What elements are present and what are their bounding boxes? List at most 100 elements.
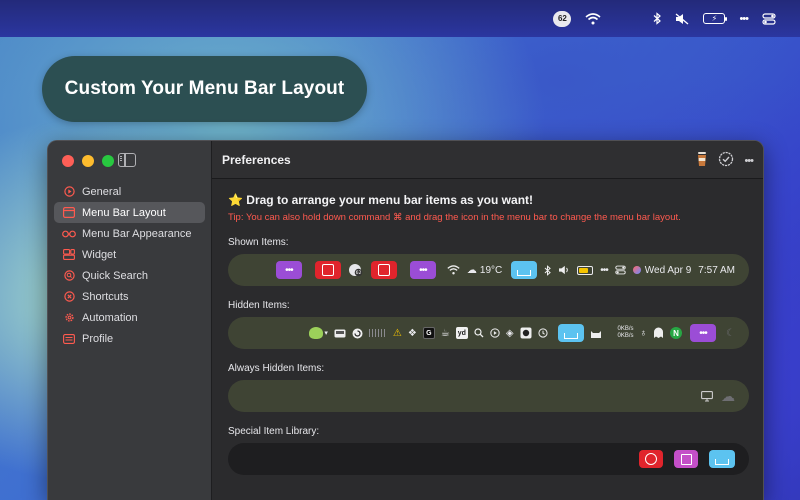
hidden-items-tray[interactable]: ▾ ⚠ ❖ G ☕ yd ◈ 0KB/s 0KB/s ♁ N ••• ☾ (228, 317, 749, 349)
control-center-icon[interactable] (762, 9, 776, 29)
battery-icon[interactable]: ⚡ (703, 9, 728, 29)
ghost-icon[interactable] (653, 327, 664, 339)
header-actions: ••• (696, 151, 754, 170)
red-square-item[interactable] (314, 261, 341, 279)
layout-editor: ⭐ Drag to arrange your menu bar items as… (228, 193, 749, 475)
always-hidden-tray[interactable]: ☁ (228, 380, 749, 412)
badge-count: 62 (553, 10, 572, 27)
hidden-items-label: Hidden Items: (228, 300, 290, 311)
sidebar-item-menu-bar-layout[interactable]: Menu Bar Layout (54, 202, 205, 223)
sidebar-item-widget[interactable]: Widget (54, 244, 205, 265)
zoom-window-button[interactable] (102, 155, 114, 167)
cat-icon[interactable] (590, 328, 602, 339)
yd-box-icon[interactable]: yd (455, 327, 468, 339)
badge-62-item[interactable]: 62 (348, 263, 364, 277)
traffic-lights (62, 155, 114, 167)
special-item-library[interactable] (228, 443, 749, 475)
g-box-icon[interactable]: G (422, 327, 435, 339)
control-center-icon[interactable] (615, 265, 626, 275)
layout-icon (62, 207, 76, 219)
history-icon[interactable] (537, 328, 548, 338)
sidebar-item-quick-search[interactable]: Quick Search (54, 265, 205, 286)
profile-card-icon (62, 333, 76, 345)
sidebar-item-label: Quick Search (82, 269, 149, 282)
play-circle-icon[interactable] (490, 328, 500, 338)
battery-charging-indicator: ⚡ (703, 13, 728, 24)
cloud-icon[interactable]: ☁ (721, 388, 735, 405)
shown-items-label: Shown Items: (228, 237, 289, 248)
main-header: Preferences ••• (212, 141, 763, 179)
promo-title: Custom Your Menu Bar Layout (64, 78, 345, 99)
clock-date: Wed Apr 9 (644, 264, 692, 276)
more-dots-icon[interactable]: ••• (600, 265, 608, 276)
siri-icon[interactable] (632, 266, 641, 274)
red-circle-item[interactable] (639, 450, 663, 468)
sidebar-nav: General Menu Bar Layout Menu Bar Appeara… (54, 181, 205, 349)
blue-tray-item[interactable] (511, 261, 538, 279)
cpu-bars-icon[interactable] (368, 329, 387, 337)
minimize-window-button[interactable] (82, 155, 94, 167)
status-badge-icon[interactable]: 62 (553, 9, 572, 29)
network-speed: 0KB/s 0KB/s (618, 326, 634, 340)
pink-frame-item[interactable] (674, 450, 698, 468)
gear-icon (62, 312, 76, 324)
more-dots-chip-2[interactable]: ••• (409, 261, 436, 279)
dark-gear-icon[interactable] (520, 327, 532, 339)
wifi-icon[interactable] (585, 9, 601, 29)
magnifier-icon[interactable] (474, 328, 484, 338)
sidebar: General Menu Bar Layout Menu Bar Appeara… (48, 141, 212, 500)
warning-icon[interactable]: ⚠ (393, 328, 402, 339)
always-hidden-label: Always Hidden Items: (228, 363, 325, 374)
monitor-icon[interactable] (701, 390, 713, 402)
sidebar-item-label: Automation (82, 311, 138, 324)
net-upload: 0KB/s (617, 326, 634, 332)
main-pane: Preferences ••• ⭐ Drag to arrange your m… (212, 141, 763, 500)
close-window-button[interactable] (62, 155, 74, 167)
sensor-icon[interactable]: ♁ (640, 328, 648, 339)
cloud-icon[interactable]: ☁ (467, 265, 477, 276)
search-circle-icon (62, 270, 76, 282)
more-dots-icon[interactable]: ••• (739, 9, 749, 29)
speaker-muted-icon[interactable] (675, 9, 689, 29)
sidebar-item-profile[interactable]: Profile (54, 328, 205, 349)
bluetooth-icon[interactable] (544, 264, 552, 276)
preferences-window: General Menu Bar Layout Menu Bar Appeara… (47, 140, 764, 500)
n-badge-icon[interactable]: N (670, 327, 683, 339)
more-dots-chip-3[interactable]: ••• (690, 324, 717, 342)
sidebar-item-label: Profile (82, 332, 114, 345)
play-circle-icon (62, 186, 76, 198)
coffee-cup-icon[interactable] (696, 151, 708, 170)
diamond-icon[interactable]: ◈ (506, 328, 514, 339)
green-blob-icon[interactable] (309, 327, 324, 339)
blue-tray-item[interactable] (557, 324, 584, 342)
verified-check-icon[interactable] (718, 151, 734, 170)
coffee-icon[interactable]: ☕ (441, 328, 450, 339)
more-options-icon[interactable]: ••• (744, 155, 754, 167)
headline: ⭐ Drag to arrange your menu bar items as… (228, 193, 534, 207)
svg-text:62: 62 (356, 270, 362, 276)
blue-spacer-item[interactable] (709, 450, 735, 468)
sidebar-item-general[interactable]: General (54, 181, 205, 202)
sidebar-toggle-icon[interactable] (118, 153, 136, 167)
battery-level-icon[interactable] (577, 265, 594, 275)
widget-icon (62, 249, 76, 261)
weather-temp: 19°C (479, 264, 503, 276)
wifi-icon[interactable] (447, 265, 460, 275)
shortcut-icon (62, 291, 76, 303)
sidebar-item-shortcuts[interactable]: Shortcuts (54, 286, 205, 307)
moon-icon[interactable]: ☾ (726, 328, 735, 339)
sidebar-item-label: Widget (82, 248, 117, 261)
net-download: 0KB/s (617, 333, 634, 339)
volume-icon[interactable] (558, 265, 570, 275)
dropbox-icon[interactable]: ❖ (408, 328, 417, 339)
spiral-icon[interactable] (352, 328, 363, 339)
sidebar-item-menu-bar-appearance[interactable]: Menu Bar Appearance (54, 223, 205, 244)
sidebar-item-label: General (82, 185, 122, 198)
display-icon[interactable] (334, 329, 346, 338)
more-dots-chip[interactable]: ••• (275, 261, 302, 279)
bluetooth-icon[interactable] (653, 9, 662, 29)
shown-items-tray[interactable]: ••• 62 ••• ☁ 19°C ••• Wed Apr 9 7:57 AM (228, 254, 749, 286)
red-square-item-2[interactable] (370, 261, 397, 279)
sidebar-item-automation[interactable]: Automation (54, 307, 205, 328)
sidebar-item-label: Menu Bar Appearance (82, 227, 192, 240)
